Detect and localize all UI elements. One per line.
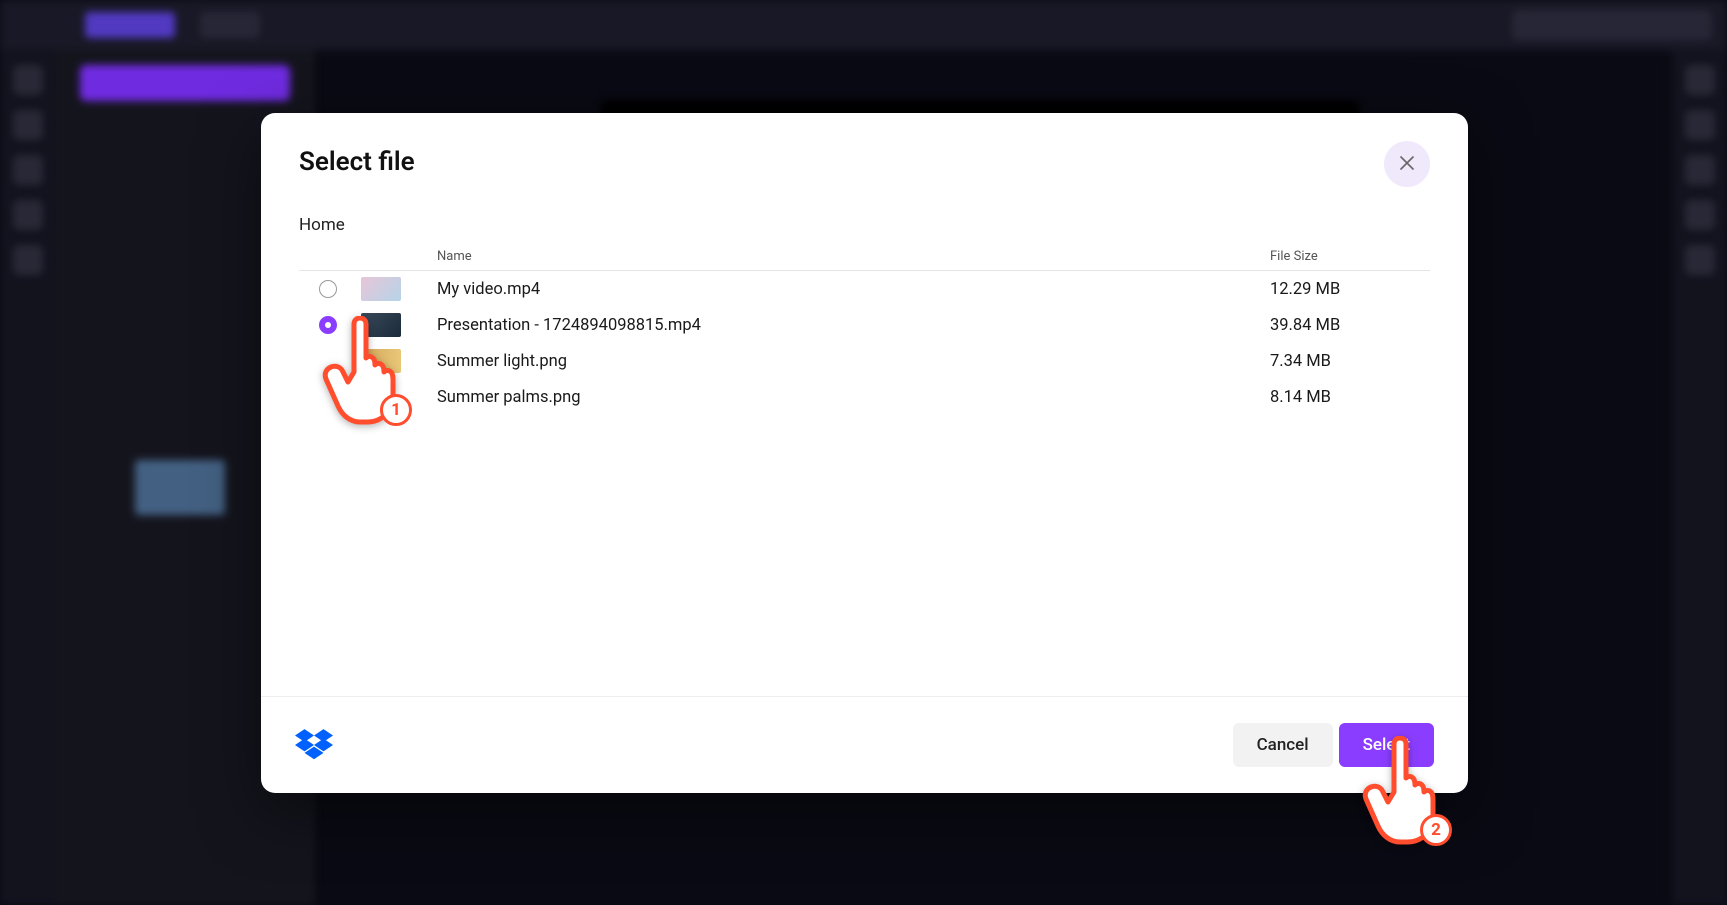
select-button[interactable]: Select bbox=[1339, 723, 1434, 767]
modal-footer: Cancel Select bbox=[261, 696, 1468, 793]
table-header: Name File Size bbox=[299, 243, 1430, 271]
modal-title: Select file bbox=[299, 147, 415, 177]
file-thumbnail bbox=[361, 349, 401, 373]
table-row[interactable]: Presentation - 1724894098815.mp4 39.84 M… bbox=[299, 307, 1430, 343]
file-size: 39.84 MB bbox=[1270, 316, 1430, 335]
file-thumbnail bbox=[361, 313, 401, 337]
file-thumbnail bbox=[361, 277, 401, 301]
dropbox-icon bbox=[295, 729, 333, 761]
select-file-modal: Select file Home Name File Size My video… bbox=[261, 113, 1468, 793]
radio-unselected[interactable] bbox=[319, 280, 337, 298]
file-size: 7.34 MB bbox=[1270, 352, 1430, 371]
radio-selected[interactable] bbox=[319, 316, 337, 334]
table-row[interactable]: My video.mp4 12.29 MB bbox=[299, 271, 1430, 307]
breadcrumb[interactable]: Home bbox=[261, 197, 1468, 243]
file-size: 8.14 MB bbox=[1270, 388, 1430, 407]
close-button[interactable] bbox=[1384, 141, 1430, 187]
file-name: Summer light.png bbox=[437, 352, 1270, 371]
close-icon bbox=[1400, 155, 1414, 174]
table-row[interactable]: Summer light.png 7.34 MB bbox=[299, 343, 1430, 379]
file-table: Name File Size My video.mp4 12.29 MB Pre… bbox=[261, 243, 1468, 696]
file-name: Presentation - 1724894098815.mp4 bbox=[437, 316, 1270, 335]
file-name: Summer palms.png bbox=[437, 388, 1270, 407]
cancel-button[interactable]: Cancel bbox=[1233, 723, 1333, 767]
file-size: 12.29 MB bbox=[1270, 280, 1430, 299]
column-name: Name bbox=[437, 249, 1270, 264]
file-name: My video.mp4 bbox=[437, 280, 1270, 299]
table-row[interactable]: Summer palms.png 8.14 MB bbox=[299, 379, 1430, 415]
column-size: File Size bbox=[1270, 249, 1430, 264]
